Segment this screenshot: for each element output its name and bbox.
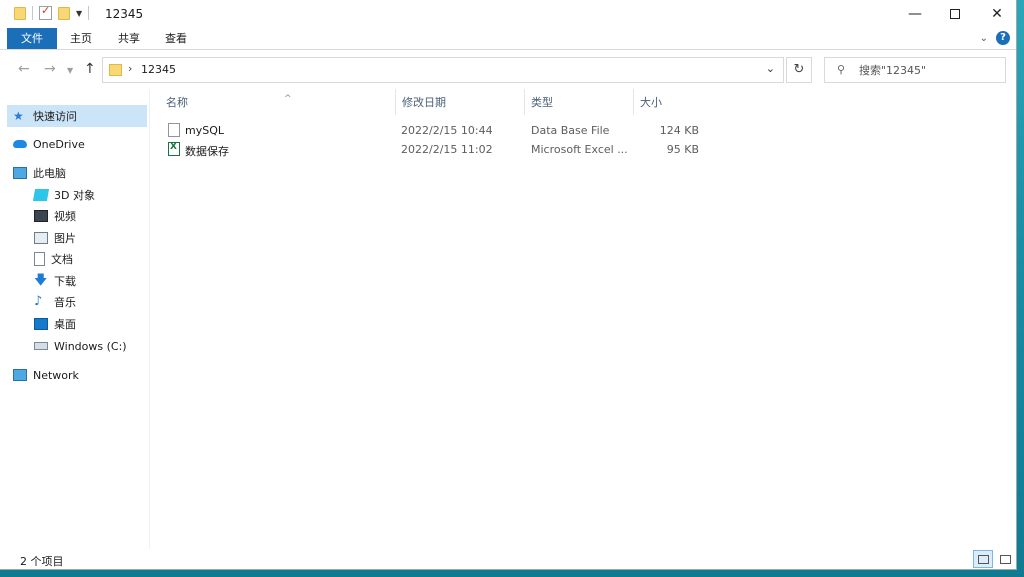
sidebar-item-label: 3D 对象 [54, 189, 95, 202]
sidebar-item-label: Network [33, 368, 79, 382]
maximize-button[interactable] [932, 0, 978, 28]
search-input[interactable] [859, 61, 999, 79]
close-button[interactable]: ✕ [974, 0, 1020, 28]
breadcrumb[interactable]: 12345 [141, 63, 176, 76]
document-icon [34, 252, 45, 266]
ribbon-right-controls: ⌄ ? [980, 31, 1010, 45]
sidebar-item-this-pc[interactable]: 此电脑 [7, 162, 147, 184]
tab-file[interactable]: 文件 [7, 28, 57, 49]
column-header-date[interactable]: 修改日期 [396, 89, 525, 115]
sidebar-item-documents[interactable]: 文档 [28, 248, 147, 270]
expand-ribbon-icon[interactable]: ⌄ [980, 33, 988, 44]
recent-locations-icon[interactable]: ▼ [67, 66, 73, 75]
forward-arrow-icon[interactable]: → [44, 61, 56, 77]
large-icons-view-icon [1000, 555, 1011, 564]
tab-share[interactable]: 共享 [112, 28, 146, 49]
help-icon[interactable]: ? [996, 31, 1010, 45]
file-type: Data Base File [531, 124, 610, 137]
customize-toolbar-icon[interactable]: ▼ [76, 9, 82, 18]
music-icon: ♪ [34, 294, 43, 309]
file-explorer-window: ▼ 12345 — ✕ 文件 主页 共享 查看 ⌄ ? ← → ▼ ↑ › 12… [0, 0, 1017, 570]
file-name[interactable]: 数据保存 [185, 143, 229, 159]
tab-view[interactable]: 查看 [159, 28, 193, 49]
network-icon [13, 369, 27, 381]
sidebar-item-label: 下载 [54, 275, 76, 288]
file-date: 2022/2/15 10:44 [401, 124, 493, 137]
column-header-size[interactable]: 大小 [634, 89, 705, 115]
drive-icon [34, 342, 48, 350]
file-date: 2022/2/15 11:02 [401, 143, 493, 156]
sidebar-item-label: 此电脑 [33, 167, 66, 180]
breadcrumb-separator[interactable]: › [128, 62, 132, 75]
column-header-label: 名称 [166, 96, 188, 109]
address-bar[interactable]: › 12345 ⌄ [102, 57, 784, 83]
excel-file-icon [168, 142, 180, 156]
sidebar-item-label: 桌面 [54, 318, 76, 331]
file-name[interactable]: mySQL [185, 124, 224, 137]
title-bar: ▼ 12345 — ✕ [0, 0, 1016, 28]
sidebar-item-3d-objects[interactable]: 3D 对象 [28, 184, 147, 206]
folder-icon [14, 6, 26, 20]
sidebar-item-downloads[interactable]: 🡇 下载 [28, 270, 147, 292]
sidebar-item-videos[interactable]: 视频 [28, 205, 147, 227]
address-dropdown-icon[interactable]: ⌄ [766, 62, 775, 75]
file-size: 124 KB [659, 124, 699, 137]
divider [88, 6, 90, 20]
ribbon-tabs: 文件 主页 共享 查看 ⌄ ? [0, 28, 1016, 50]
sidebar-item-desktop[interactable]: 桌面 [28, 313, 147, 335]
desktop-icon [34, 318, 48, 330]
sidebar-item-label: OneDrive [33, 137, 85, 151]
sidebar-item-label: 文档 [51, 253, 73, 266]
new-folder-icon[interactable] [58, 6, 70, 20]
file-list: 名称 ^ 修改日期 类型 大小 mySQL 2022/2/15 10:44 Da… [150, 89, 1017, 549]
sidebar-item-pictures[interactable]: 图片 [28, 227, 147, 249]
up-arrow-icon[interactable]: ↑ [84, 61, 96, 77]
status-bar: 2 个项目 [0, 549, 1016, 570]
refresh-button[interactable]: ↻ [786, 57, 812, 83]
database-file-icon [168, 123, 180, 137]
table-row[interactable]: 数据保存 2022/2/15 11:02 Microsoft Excel ...… [160, 140, 705, 159]
properties-icon[interactable] [39, 4, 52, 20]
cloud-icon [13, 140, 27, 148]
sidebar-item-onedrive[interactable]: OneDrive [7, 133, 147, 155]
sidebar-item-label: 快速访问 [33, 110, 77, 123]
file-size: 95 KB [666, 143, 699, 156]
back-arrow-icon[interactable]: ← [18, 61, 30, 77]
sort-ascending-icon: ^ [284, 94, 292, 104]
sidebar-item-label: 图片 [54, 232, 76, 245]
window-title: 12345 [105, 7, 144, 21]
divider [32, 6, 33, 20]
video-icon [34, 210, 48, 222]
sidebar-item-label: 音乐 [54, 296, 76, 309]
maximize-icon [950, 9, 960, 19]
sidebar-item-label: 视频 [54, 210, 76, 223]
details-view-icon [978, 555, 989, 564]
download-icon: 🡇 [34, 273, 48, 288]
sidebar-item-music[interactable]: ♪ 音乐 [28, 291, 147, 313]
folder-icon [109, 64, 122, 76]
details-view-button[interactable] [973, 550, 993, 568]
tab-home[interactable]: 主页 [64, 28, 98, 49]
file-type: Microsoft Excel ... [531, 143, 628, 156]
table-row[interactable]: mySQL 2022/2/15 10:44 Data Base File 124… [160, 121, 705, 140]
navigation-bar: ← → ▼ ↑ › 12345 ⌄ ↻ ⚲ [0, 51, 1016, 89]
picture-icon [34, 232, 48, 244]
large-icons-view-button[interactable] [995, 550, 1015, 568]
navigation-pane: ★ 快速访问 OneDrive 此电脑 3D 对象 视频 图片 文档 🡇 下载 … [0, 89, 150, 549]
search-icon: ⚲ [837, 63, 846, 76]
sidebar-item-network[interactable]: Network [7, 364, 147, 386]
star-icon: ★ [13, 109, 24, 123]
sidebar-item-windows-drive[interactable]: Windows (C:) [28, 335, 147, 357]
sidebar-item-quick-access[interactable]: ★ 快速访问 [7, 105, 147, 127]
quick-access-toolbar: ▼ [14, 4, 90, 20]
3d-objects-icon [32, 189, 50, 201]
computer-icon [13, 167, 27, 179]
column-header-name[interactable]: 名称 ^ [160, 89, 396, 115]
search-box[interactable]: ⚲ [824, 57, 1006, 83]
refresh-icon: ↻ [793, 62, 805, 77]
sidebar-item-label: Windows (C:) [54, 339, 127, 353]
column-header-type[interactable]: 类型 [525, 89, 634, 115]
item-count: 2 个项目 [20, 555, 64, 568]
